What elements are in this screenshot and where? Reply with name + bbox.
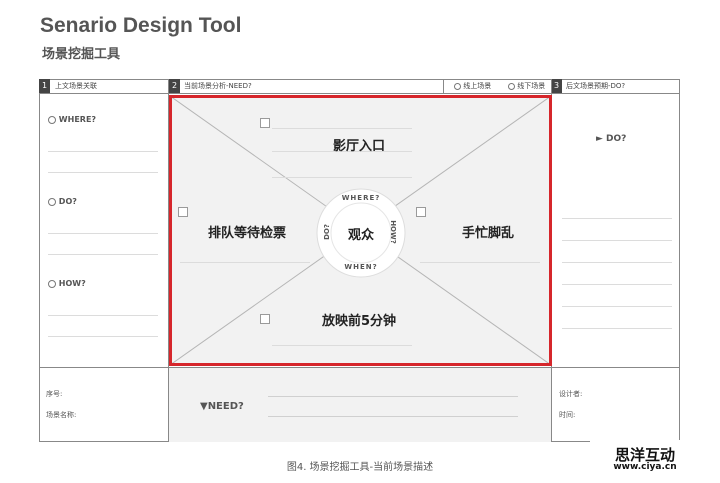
page-subtitle: 场景挖掘工具	[42, 47, 121, 62]
input-line[interactable]	[48, 151, 158, 152]
input-line[interactable]	[48, 315, 158, 316]
time-label: 时间:	[559, 411, 576, 419]
radio-icon	[508, 82, 515, 90]
watermark-url: www.ciya.cn	[613, 462, 677, 472]
input-line[interactable]	[268, 396, 518, 397]
do-label: DO?	[58, 197, 77, 206]
seq-label: 序号:	[46, 390, 63, 398]
online-option[interactable]: 线上场景	[454, 79, 491, 94]
page-title: Senario Design Tool	[40, 14, 242, 37]
current-scene-highlight	[169, 95, 552, 366]
where-option[interactable]: WHERE?	[48, 115, 96, 124]
input-line[interactable]	[562, 328, 672, 329]
col2-label: 当前场景分析-NEED?	[184, 82, 252, 90]
how-label: HOW?	[58, 279, 86, 288]
col3-label: 后文场景预期-DO?	[566, 82, 626, 90]
input-line[interactable]	[562, 306, 672, 307]
do-option[interactable]: DO?	[48, 197, 77, 206]
col3-number: 3	[551, 79, 562, 93]
input-line[interactable]	[48, 233, 158, 234]
col1-label: 上文场景关联	[55, 82, 97, 90]
radio-icon	[48, 279, 56, 288]
how-option[interactable]: HOW?	[48, 279, 86, 288]
offline-option[interactable]: 线下场景	[508, 79, 545, 94]
radio-icon	[48, 197, 56, 206]
radio-icon	[454, 82, 461, 90]
input-line[interactable]	[48, 336, 158, 337]
radio-icon	[48, 115, 56, 124]
input-line[interactable]	[48, 254, 158, 255]
input-line[interactable]	[562, 284, 672, 285]
online-label: 线上场景	[463, 82, 492, 90]
where-label: WHERE?	[58, 115, 97, 124]
input-line[interactable]	[562, 218, 672, 219]
col2-number: 2	[169, 79, 180, 93]
input-line[interactable]	[562, 240, 672, 241]
do-expected-label: ► DO?	[596, 134, 627, 144]
input-line[interactable]	[562, 262, 672, 263]
designer-label: 设计者:	[559, 390, 583, 398]
col1-number: 1	[39, 79, 50, 93]
input-line[interactable]	[48, 172, 158, 173]
offline-label: 线下场景	[517, 82, 546, 90]
scene-name-label: 场景名称:	[46, 411, 77, 419]
need-label: ▼NEED?	[200, 401, 244, 412]
header-divider	[443, 79, 444, 94]
input-line[interactable]	[268, 416, 518, 417]
